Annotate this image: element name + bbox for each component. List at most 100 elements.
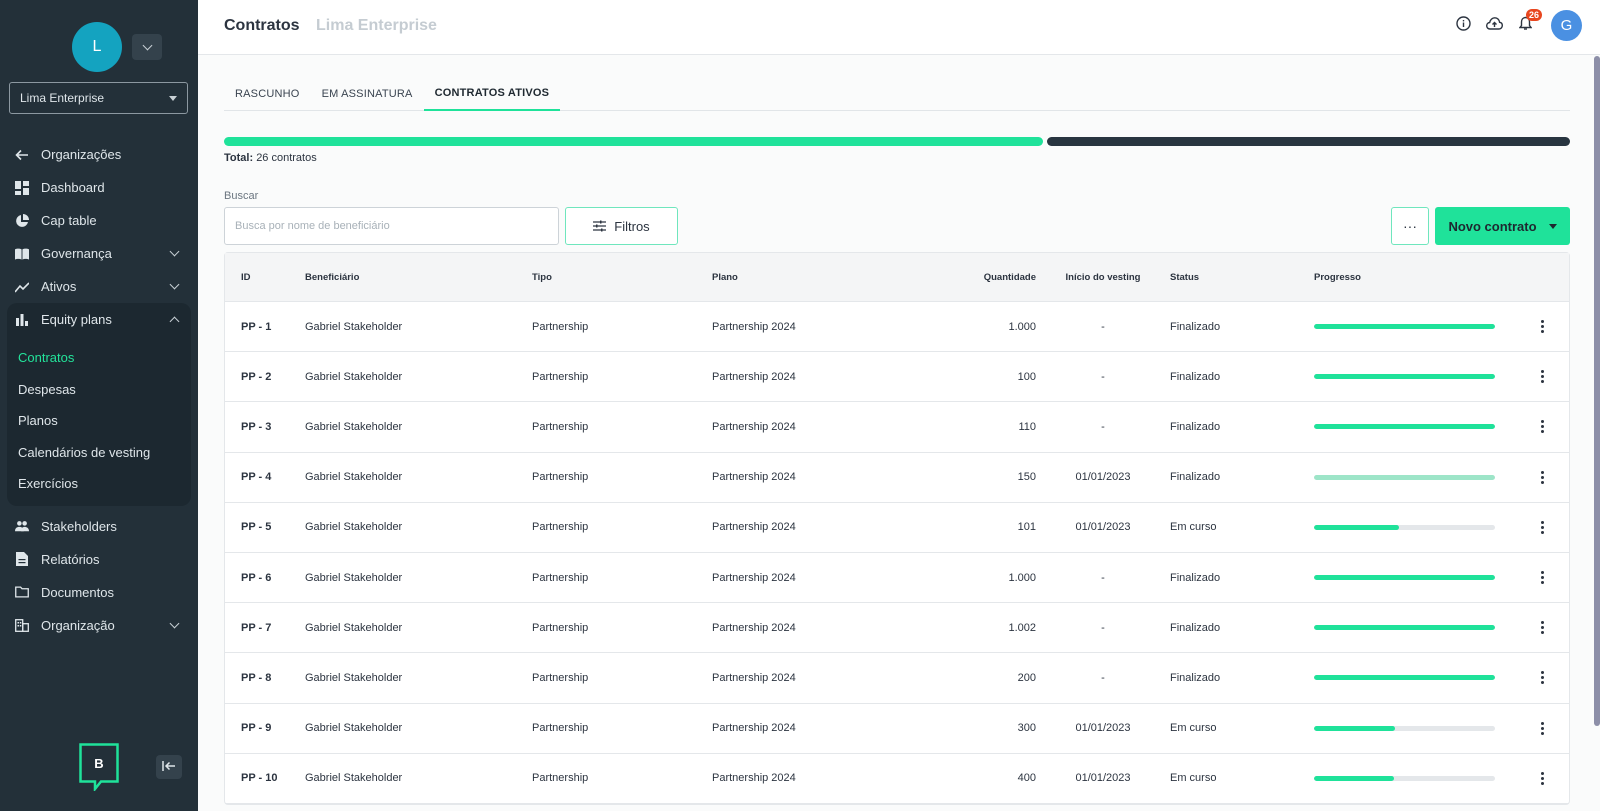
table-row[interactable]: PP - 2 Gabriel Stakeholder Partnership P… bbox=[225, 352, 1569, 403]
org-avatar-row: L bbox=[72, 22, 162, 72]
sidebar-item-organizacoes[interactable]: Organizações bbox=[0, 138, 198, 171]
col-quantidade[interactable]: Quantidade bbox=[892, 272, 1036, 283]
chevron-down-icon bbox=[142, 40, 152, 50]
sidebar-subitem-exercicios[interactable]: Exercícios bbox=[7, 468, 191, 500]
collapse-sidebar-button[interactable] bbox=[156, 755, 182, 779]
cell-beneficiario: Gabriel Stakeholder bbox=[305, 521, 403, 534]
cell-inicio-vesting: 01/01/2023 bbox=[1075, 772, 1131, 785]
progress-bar-fill bbox=[1314, 775, 1394, 781]
row-menu-icon[interactable] bbox=[1535, 670, 1549, 686]
progress-bar bbox=[1314, 625, 1495, 631]
cell-plano: Partnership 2024 bbox=[712, 772, 796, 785]
row-menu-icon[interactable] bbox=[1535, 319, 1549, 335]
row-menu-icon[interactable] bbox=[1535, 519, 1549, 535]
cell-plano: Partnership 2024 bbox=[712, 521, 796, 534]
cell-inicio-vesting: - bbox=[1101, 571, 1105, 584]
dashboard-icon bbox=[15, 180, 29, 195]
caret-down-icon bbox=[1548, 223, 1557, 229]
cloud-upload-button[interactable] bbox=[1479, 10, 1510, 41]
row-menu-icon[interactable] bbox=[1535, 419, 1549, 435]
row-menu-icon[interactable] bbox=[1535, 469, 1549, 485]
cell-actions bbox=[1514, 319, 1570, 335]
cell-quantidade: 110 bbox=[1018, 420, 1036, 433]
table-row[interactable]: PP - 7 Gabriel Stakeholder Partnership P… bbox=[225, 603, 1569, 654]
col-plano[interactable]: Plano bbox=[712, 272, 892, 283]
total-value: 26 contratos bbox=[256, 152, 317, 164]
sidebar-subitem-calendarios[interactable]: Calendários de vesting bbox=[7, 437, 191, 469]
tab-rascunho[interactable]: RASCUNHO bbox=[224, 76, 311, 111]
cell-id: PP - 5 bbox=[241, 521, 272, 534]
col-id[interactable]: ID bbox=[225, 272, 305, 283]
cell-inicio-vesting: 01/01/2023 bbox=[1075, 521, 1131, 534]
notifications-button[interactable]: 26 bbox=[1510, 9, 1543, 41]
cell-tipo: Partnership bbox=[532, 521, 589, 534]
col-beneficiario[interactable]: Beneficiário bbox=[305, 272, 532, 283]
org-avatar[interactable]: L bbox=[72, 22, 122, 72]
row-menu-icon[interactable] bbox=[1535, 720, 1549, 736]
cloud-upload-icon bbox=[1485, 16, 1504, 35]
row-menu-icon[interactable] bbox=[1535, 369, 1549, 385]
table-row[interactable]: PP - 8 Gabriel Stakeholder Partnership P… bbox=[225, 653, 1569, 704]
new-contract-button[interactable]: Novo contrato bbox=[1435, 207, 1570, 245]
pie-chart-icon bbox=[15, 213, 29, 228]
scrollbar[interactable] bbox=[1594, 56, 1600, 726]
report-icon bbox=[15, 552, 29, 566]
more-options-button[interactable]: ··· bbox=[1391, 207, 1429, 245]
filters-label: Filtros bbox=[614, 218, 650, 234]
sidebar-subitem-contratos[interactable]: Contratos bbox=[7, 342, 191, 374]
org-select[interactable]: Lima Enterprise bbox=[9, 82, 188, 114]
row-menu-icon[interactable] bbox=[1535, 620, 1549, 636]
cell-status: Finalizado bbox=[1170, 621, 1221, 634]
org-avatar-dropdown[interactable] bbox=[132, 34, 162, 60]
caret-down-icon bbox=[169, 95, 177, 101]
cell-inicio-vesting: - bbox=[1101, 671, 1105, 684]
user-avatar[interactable]: G bbox=[1551, 10, 1582, 41]
sidebar-item-documentos[interactable]: Documentos bbox=[0, 576, 198, 609]
progress-bar-fill bbox=[1314, 675, 1495, 681]
sidebar-item-ativos[interactable]: Ativos bbox=[0, 270, 198, 303]
cell-beneficiario: Gabriel Stakeholder bbox=[305, 420, 403, 433]
sidebar-item-governanca[interactable]: Governança bbox=[0, 237, 198, 270]
sidebar-subitem-despesas[interactable]: Despesas bbox=[7, 374, 191, 406]
cell-tipo: Partnership bbox=[532, 722, 589, 735]
arrow-left-icon bbox=[15, 148, 29, 162]
cell-inicio-vesting: - bbox=[1101, 370, 1105, 383]
table-row[interactable]: PP - 10 Gabriel Stakeholder Partnership … bbox=[225, 754, 1569, 804]
sidebar-item-relatorios[interactable]: Relatórios bbox=[0, 543, 198, 576]
col-status[interactable]: Status bbox=[1170, 272, 1314, 283]
col-progresso[interactable]: Progresso bbox=[1314, 272, 1514, 283]
table-row[interactable]: PP - 1 Gabriel Stakeholder Partnership P… bbox=[225, 302, 1570, 353]
progress-bar-fill bbox=[1314, 374, 1495, 380]
filters-button[interactable]: Filtros bbox=[565, 207, 678, 245]
col-tipo[interactable]: Tipo bbox=[532, 272, 712, 283]
cell-inicio-vesting: 01/01/2023 bbox=[1075, 722, 1131, 735]
tab-em-assinatura[interactable]: EM ASSINATURA bbox=[311, 76, 424, 111]
col-inicio-vesting[interactable]: Início do vesting bbox=[1036, 272, 1170, 283]
table-row[interactable]: PP - 3 Gabriel Stakeholder Partnership P… bbox=[225, 402, 1569, 453]
table-row[interactable]: PP - 6 Gabriel Stakeholder Partnership P… bbox=[225, 553, 1569, 604]
table-row[interactable]: PP - 5 Gabriel Stakeholder Partnership P… bbox=[225, 503, 1569, 553]
cell-progresso bbox=[1314, 524, 1514, 530]
info-icon bbox=[1456, 15, 1471, 36]
table-row[interactable]: PP - 4 Gabriel Stakeholder Partnership P… bbox=[225, 453, 1569, 503]
tab-contratos-ativos[interactable]: CONTRATOS ATIVOS bbox=[423, 76, 561, 111]
sidebar-item-organizacao[interactable]: Organização bbox=[0, 609, 198, 642]
cell-status: Finalizado bbox=[1170, 571, 1221, 584]
svg-text:B: B bbox=[94, 756, 103, 771]
sidebar-item-stakeholders[interactable]: Stakeholders bbox=[0, 510, 198, 543]
table-row[interactable]: PP - 9 Gabriel Stakeholder Partnership P… bbox=[225, 704, 1569, 754]
sidebar-item-label: Governança bbox=[41, 246, 112, 261]
cell-id: PP - 4 bbox=[241, 471, 272, 484]
notification-badge: 26 bbox=[1526, 9, 1543, 21]
row-menu-icon[interactable] bbox=[1535, 570, 1549, 586]
sidebar-subitem-planos[interactable]: Planos bbox=[7, 405, 191, 437]
sidebar-item-label: Documentos bbox=[41, 584, 114, 600]
row-menu-icon[interactable] bbox=[1535, 770, 1549, 786]
sidebar-item-cap-table[interactable]: Cap table bbox=[0, 204, 198, 237]
search-input[interactable] bbox=[224, 207, 559, 245]
cell-beneficiario: Gabriel Stakeholder bbox=[305, 722, 403, 735]
info-button[interactable] bbox=[1448, 10, 1479, 41]
sidebar-item-dashboard[interactable]: Dashboard bbox=[0, 171, 198, 204]
cell-inicio-vesting: - bbox=[1101, 420, 1105, 433]
sidebar-item-equity-plans[interactable]: Equity plans bbox=[7, 303, 191, 336]
